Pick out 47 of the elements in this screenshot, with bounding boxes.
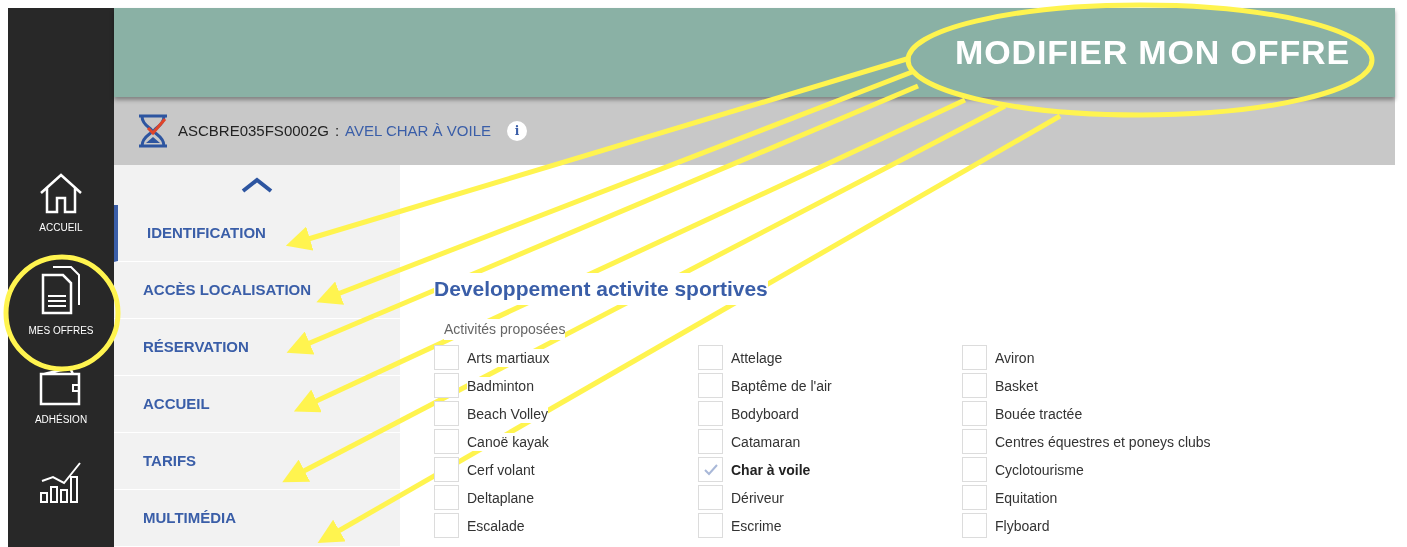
checkbox[interactable] <box>962 345 987 370</box>
checkbox[interactable] <box>698 513 723 538</box>
offer-name: AVEL CHAR À VOILE <box>345 120 491 141</box>
section-tab[interactable]: MULTIMÉDIA <box>114 490 400 547</box>
checkbox[interactable] <box>698 485 723 510</box>
checkbox[interactable] <box>962 429 987 454</box>
checkmark-icon <box>702 462 719 477</box>
sidebar-label: ACCUEIL <box>39 221 83 235</box>
checkbox-label: Arts martiaux <box>467 348 550 367</box>
checkbox[interactable] <box>434 345 459 370</box>
checkbox[interactable] <box>434 429 459 454</box>
checkbox[interactable] <box>698 457 723 482</box>
sidebar-label: MES OFFRES <box>28 324 94 338</box>
checkbox[interactable] <box>698 401 723 426</box>
separator: : <box>334 120 340 141</box>
section-tab[interactable]: ACCUEIL <box>114 376 400 433</box>
sidebar-label: ADHÉSION <box>34 412 88 427</box>
documents-icon <box>39 263 83 317</box>
checkbox[interactable] <box>962 485 987 510</box>
sidebar-item[interactable]: ACCUEIL <box>11 168 111 239</box>
sidebar-item[interactable]: ADHÉSION <box>11 362 111 431</box>
section-heading: Developpement activite sportives <box>434 273 768 305</box>
checkbox[interactable] <box>698 345 723 370</box>
checkbox-label: Beach Volley <box>467 404 548 423</box>
checkbox[interactable] <box>698 373 723 398</box>
checkbox[interactable] <box>434 373 459 398</box>
section-tab[interactable]: ACCÈS LOCALISATION <box>114 262 400 319</box>
page-title: MODIFIER MON OFFRE <box>955 32 1350 73</box>
chevron-up-icon[interactable] <box>240 176 274 194</box>
checkbox[interactable] <box>962 513 987 538</box>
checkbox-label: Canoë kayak <box>467 432 549 451</box>
offer-code: ASCBRE035FS0002G <box>178 120 329 141</box>
checkbox[interactable] <box>434 513 459 538</box>
section-tab[interactable]: RÉSERVATION <box>114 319 400 376</box>
checkbox[interactable] <box>962 457 987 482</box>
checkbox[interactable] <box>434 457 459 482</box>
field-label: Activités proposées <box>444 318 566 340</box>
section-tab[interactable]: TARIFS <box>114 433 400 490</box>
checkbox[interactable] <box>434 401 459 426</box>
checkbox[interactable] <box>698 429 723 454</box>
checkbox[interactable] <box>434 485 459 510</box>
checkbox[interactable] <box>962 373 987 398</box>
home-icon <box>38 172 84 214</box>
sidebar-item[interactable]: MES OFFRES <box>11 259 111 342</box>
checkbox[interactable] <box>962 401 987 426</box>
info-icon[interactable]: i <box>507 121 527 141</box>
section-tab[interactable]: IDENTIFICATION <box>114 205 400 262</box>
